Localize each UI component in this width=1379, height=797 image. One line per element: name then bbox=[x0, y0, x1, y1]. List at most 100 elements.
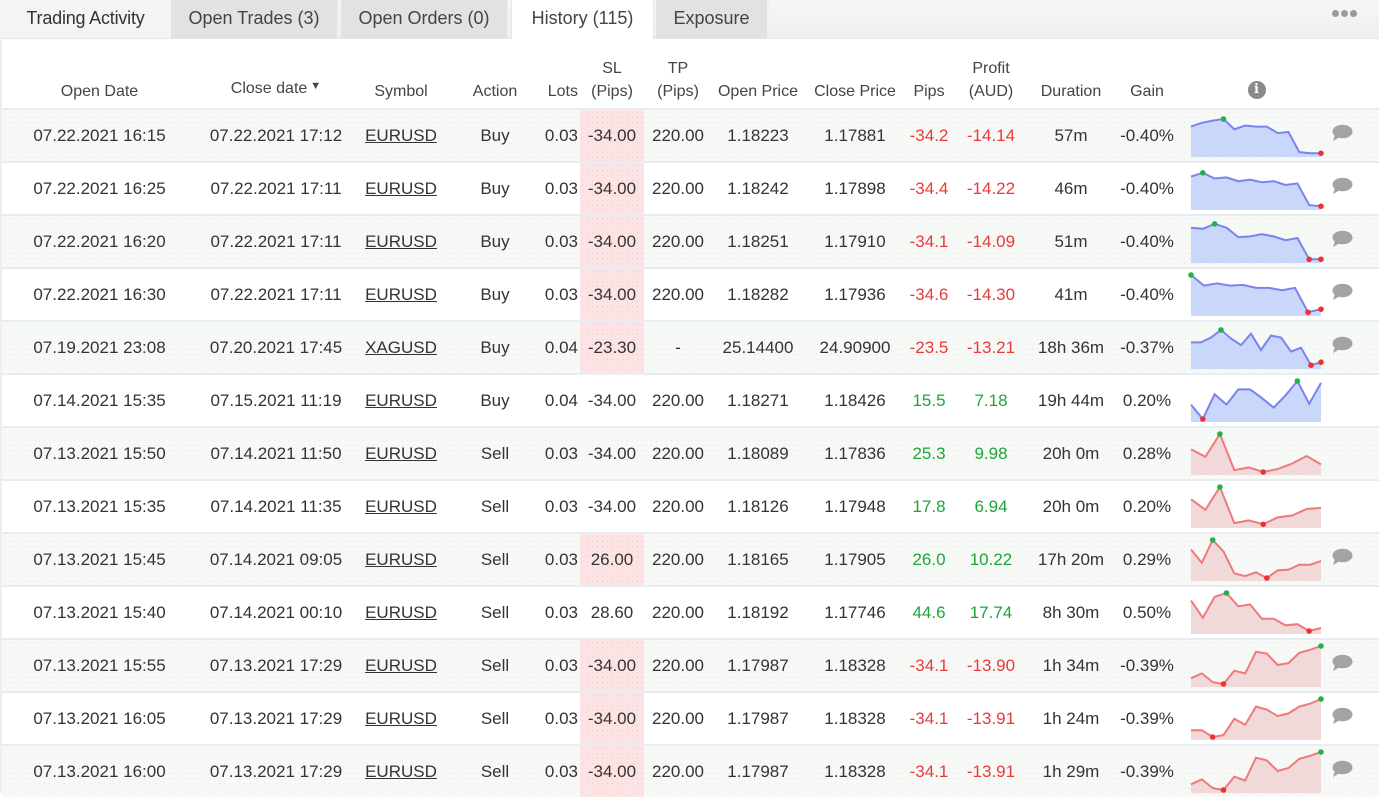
col-lots[interactable]: Lots bbox=[543, 39, 580, 109]
comment-icon[interactable] bbox=[1331, 124, 1353, 142]
tab-open-orders[interactable]: Open Orders (0) bbox=[341, 0, 509, 38]
open-date-cell: 07.22.2021 16:25 bbox=[2, 161, 197, 215]
profit-cell: -13.90 bbox=[952, 638, 1030, 692]
sparkline-cell bbox=[1182, 214, 1331, 268]
action-cell: Sell bbox=[447, 744, 543, 797]
table-row[interactable]: 07.13.2021 16:00 07.13.2021 17:29 EURUSD Se… bbox=[2, 744, 1379, 797]
sparkline-high-marker bbox=[1188, 271, 1194, 278]
symbol-link[interactable]: EURUSD bbox=[365, 285, 437, 304]
profit-cell: -13.21 bbox=[952, 320, 1030, 374]
profit-cell: -14.09 bbox=[952, 214, 1030, 268]
symbol-link[interactable]: XAGUSD bbox=[365, 338, 437, 357]
symbol-link[interactable]: EURUSD bbox=[365, 179, 437, 198]
col-profit[interactable]: Profit (AUD) bbox=[952, 39, 1030, 109]
col-duration[interactable]: Duration bbox=[1030, 39, 1112, 109]
sl-cell: -34.00 bbox=[580, 267, 644, 321]
info-icon[interactable]: i bbox=[1247, 81, 1266, 99]
table-row[interactable]: 07.22.2021 16:20 07.22.2021 17:11 EURUSD Bu… bbox=[2, 214, 1379, 268]
tab-open-trades[interactable]: Open Trades (3) bbox=[171, 0, 339, 38]
symbol-link[interactable]: EURUSD bbox=[365, 391, 437, 410]
col-sl[interactable]: SL (Pips) bbox=[580, 39, 644, 109]
symbol-link[interactable]: EURUSD bbox=[365, 603, 437, 622]
sparkline-high-marker bbox=[1220, 115, 1227, 122]
close-date-cell: 07.14.2021 11:35 bbox=[197, 479, 355, 533]
close-price-cell: 1.17936 bbox=[804, 267, 906, 321]
symbol-link[interactable]: EURUSD bbox=[365, 232, 437, 251]
symbol-link[interactable]: EURUSD bbox=[365, 762, 437, 781]
symbol-link[interactable]: EURUSD bbox=[365, 550, 437, 569]
symbol-cell: EURUSD bbox=[355, 108, 447, 162]
action-cell: Sell bbox=[447, 532, 543, 586]
col-symbol-label: Symbol bbox=[374, 83, 428, 100]
col-sl-label-1: SL bbox=[602, 60, 622, 77]
pips-cell: 44.6 bbox=[906, 585, 952, 639]
symbol-link[interactable]: EURUSD bbox=[365, 709, 437, 728]
col-close-date[interactable]: Close date ▼ bbox=[197, 39, 355, 109]
duration-cell: 1h 24m bbox=[1030, 691, 1112, 745]
comment-icon[interactable] bbox=[1331, 654, 1353, 672]
close-date-cell: 07.13.2021 17:29 bbox=[197, 638, 355, 692]
sparkline-low-marker bbox=[1318, 305, 1324, 312]
table-row[interactable]: 07.19.2021 23:08 07.20.2021 17:45 XAGUSD Bu… bbox=[2, 320, 1379, 374]
table-row[interactable]: 07.13.2021 15:50 07.14.2021 11:50 EURUSD Se… bbox=[2, 426, 1379, 480]
table-row[interactable]: 07.13.2021 15:35 07.14.2021 11:35 EURUSD Se… bbox=[2, 479, 1379, 533]
table-row[interactable]: 07.14.2021 15:35 07.15.2021 11:19 EURUSD Bu… bbox=[2, 373, 1379, 427]
symbol-link[interactable]: EURUSD bbox=[365, 126, 437, 145]
pips-cell: 15.5 bbox=[906, 373, 952, 427]
sparkline-cell bbox=[1182, 532, 1331, 586]
duration-cell: 46m bbox=[1030, 161, 1112, 215]
col-open-date[interactable]: Open Date bbox=[2, 39, 197, 109]
comment-icon[interactable] bbox=[1331, 177, 1353, 195]
comment-cell bbox=[1331, 532, 1379, 586]
duration-cell: 8h 30m bbox=[1030, 585, 1112, 639]
table-row[interactable]: 07.22.2021 16:30 07.22.2021 17:11 EURUSD Bu… bbox=[2, 267, 1379, 321]
col-close-price-label: Close Price bbox=[814, 83, 896, 100]
table-row[interactable]: 07.13.2021 15:45 07.14.2021 09:05 EURUSD Se… bbox=[2, 532, 1379, 586]
col-symbol[interactable]: Symbol bbox=[355, 39, 447, 109]
close-price-cell: 1.18328 bbox=[804, 638, 906, 692]
col-action[interactable]: Action bbox=[447, 39, 543, 109]
comment-icon[interactable] bbox=[1331, 230, 1353, 248]
open-date-cell: 07.22.2021 16:20 bbox=[2, 214, 197, 268]
comment-icon[interactable] bbox=[1331, 283, 1353, 301]
sparkline-high-marker bbox=[1209, 536, 1216, 543]
symbol-link[interactable]: EURUSD bbox=[365, 497, 437, 516]
col-open-price[interactable]: Open Price bbox=[712, 39, 804, 109]
comment-cell bbox=[1331, 691, 1379, 745]
symbol-cell: EURUSD bbox=[355, 426, 447, 480]
col-pips[interactable]: Pips bbox=[906, 39, 952, 109]
comment-icon[interactable] bbox=[1331, 707, 1353, 725]
col-open-date-label: Open Date bbox=[60, 83, 139, 100]
col-tp[interactable]: TP (Pips) bbox=[644, 39, 712, 109]
comment-cell bbox=[1331, 744, 1379, 797]
col-lots-label: Lots bbox=[547, 83, 578, 100]
lots-cell: 0.03 bbox=[543, 691, 580, 745]
sparkline-cell bbox=[1182, 373, 1331, 427]
symbol-cell: EURUSD bbox=[355, 585, 447, 639]
col-sl-label-2: (Pips) bbox=[591, 83, 633, 100]
table-row[interactable]: 07.13.2021 16:05 07.13.2021 17:29 EURUSD Se… bbox=[2, 691, 1379, 745]
more-options-icon[interactable] bbox=[1332, 10, 1357, 20]
table-row[interactable]: 07.22.2021 16:15 07.22.2021 17:12 EURUSD Bu… bbox=[2, 108, 1379, 162]
comment-icon[interactable] bbox=[1331, 336, 1353, 354]
symbol-link[interactable]: EURUSD bbox=[365, 656, 437, 675]
table-row[interactable]: 07.13.2021 15:40 07.14.2021 00:10 EURUSD Se… bbox=[2, 585, 1379, 639]
sparkline-high-marker bbox=[1200, 169, 1206, 176]
comment-icon[interactable] bbox=[1331, 548, 1353, 566]
close-date-cell: 07.14.2021 09:05 bbox=[197, 532, 355, 586]
sl-cell: -34.00 bbox=[580, 161, 644, 215]
open-price-cell: 1.17987 bbox=[712, 744, 804, 797]
action-cell: Sell bbox=[447, 479, 543, 533]
tab-exposure[interactable]: Exposure bbox=[656, 0, 769, 38]
profit-cell: 10.22 bbox=[952, 532, 1030, 586]
col-gain[interactable]: Gain bbox=[1112, 39, 1182, 109]
table-row[interactable]: 07.22.2021 16:25 07.22.2021 17:11 EURUSD Bu… bbox=[2, 161, 1379, 215]
table-row[interactable]: 07.13.2021 15:55 07.13.2021 17:29 EURUSD Se… bbox=[2, 638, 1379, 692]
symbol-link[interactable]: EURUSD bbox=[365, 444, 437, 463]
tab-history[interactable]: History (115) bbox=[511, 0, 654, 39]
close-price-cell: 1.17905 bbox=[804, 532, 906, 586]
col-close-price[interactable]: Close Price bbox=[804, 39, 906, 109]
tp-cell: 220.00 bbox=[644, 426, 712, 480]
comment-icon[interactable] bbox=[1331, 760, 1353, 778]
lots-cell: 0.03 bbox=[543, 744, 580, 797]
